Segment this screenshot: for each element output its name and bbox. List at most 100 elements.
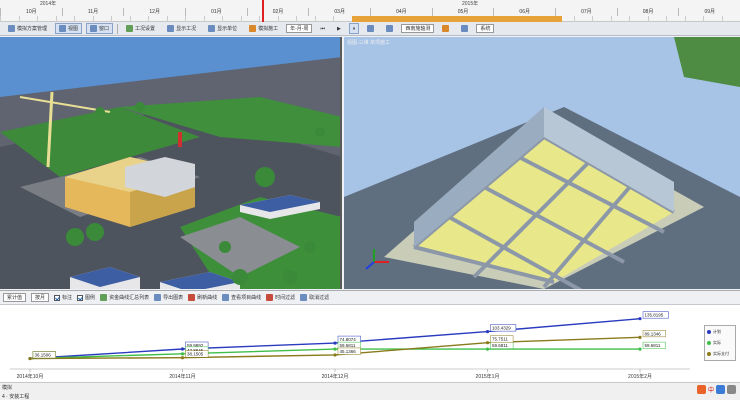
timeline-month[interactable]: 10月 xyxy=(0,8,62,16)
data-label: 59.6811 xyxy=(340,343,356,348)
button-label: 工况设置 xyxy=(135,26,156,32)
display-condition-button[interactable]: 显示工况 xyxy=(163,23,200,34)
camera-button[interactable] xyxy=(457,23,472,34)
timeline-current-marker[interactable] xyxy=(262,0,264,22)
timeline-month[interactable]: 07月 xyxy=(555,8,617,16)
export-icon xyxy=(154,294,162,301)
play-back-button[interactable]: ⏮ xyxy=(316,23,329,34)
chart-data-labels: 36.150659.989274.8074103.4329135.819536.… xyxy=(32,311,669,359)
timeline-month[interactable]: 05月 xyxy=(431,8,494,16)
settings-icon xyxy=(126,25,134,32)
timeline-months: 10月 11月 12月 01月 02月 03月 04月 05月 06月 07月 … xyxy=(0,8,740,16)
button-label: 刷新曲线 xyxy=(197,295,218,301)
timeline-month[interactable]: 02月 xyxy=(246,8,309,16)
cost-line-chart[interactable]: 36.150659.989274.8074103.4329135.819536.… xyxy=(0,305,700,383)
data-label: 59.6811 xyxy=(492,343,508,348)
condition-settings-button[interactable]: 工况设置 xyxy=(122,23,159,34)
data-point xyxy=(638,347,642,351)
fit-view-button[interactable] xyxy=(363,23,378,34)
scheme-manage-button[interactable]: 模拟方案管理 xyxy=(4,23,51,34)
legend-label: 实际 xyxy=(713,340,721,345)
timeline-month[interactable]: 06月 xyxy=(493,8,555,16)
legend-checkbox[interactable]: 图例 xyxy=(77,294,95,301)
chart-points xyxy=(28,317,642,361)
annotation-checkbox[interactable]: 标注 xyxy=(54,294,72,301)
period-dropdown[interactable]: 按月 xyxy=(31,293,50,302)
cube-view-button[interactable] xyxy=(382,23,397,34)
simulation-tab[interactable]: 模拟 xyxy=(2,384,12,391)
checkbox-box[interactable] xyxy=(77,294,84,301)
data-label: 135.8195 xyxy=(645,313,664,318)
timeline-month[interactable]: 01月 xyxy=(185,8,247,16)
data-point xyxy=(333,353,337,357)
timeline-month[interactable]: 12月 xyxy=(123,8,185,16)
timeline-month[interactable]: 03月 xyxy=(308,8,370,16)
timeline-years: 2014年 2015年 xyxy=(0,0,740,8)
data-label: 75.7511 xyxy=(492,337,508,342)
app-window: 2014年 2015年 10月 11月 12月 01月 02月 03月 04月 … xyxy=(0,0,740,400)
x-tick-label: 2015年2月 xyxy=(628,373,652,380)
timeline-month[interactable]: 11月 xyxy=(61,8,124,16)
button-label: 模拟施工 xyxy=(258,26,279,32)
ime-icon[interactable] xyxy=(696,385,706,394)
x-tick-label: 2014年11月 xyxy=(169,373,195,380)
refresh-curve-button[interactable]: 刷新曲线 xyxy=(188,294,217,301)
simulate-icon xyxy=(249,25,257,32)
data-label: 103.4329 xyxy=(492,326,511,331)
data-point xyxy=(333,347,337,351)
network-icon[interactable] xyxy=(716,385,725,394)
structure-3d-viewport[interactable]: 视图-三维 单项施工 xyxy=(344,37,740,289)
view-project-curve-button[interactable]: 查看项目曲线 xyxy=(222,294,261,301)
timeline-month[interactable]: 08月 xyxy=(616,8,679,16)
button-label: 显示工况 xyxy=(176,26,197,32)
button-label: 显示单位 xyxy=(217,26,238,32)
button-label: 窗口 xyxy=(99,26,110,32)
time-scale-dropdown[interactable]: 年-月-周 xyxy=(286,24,313,33)
simulate-construction-button[interactable]: 模拟施工 xyxy=(245,23,282,34)
view-icon xyxy=(59,25,67,32)
view-direction-dropdown[interactable]: 西南施轴测 xyxy=(401,24,435,33)
volume-icon[interactable] xyxy=(727,385,736,394)
timeline-month[interactable]: 04月 xyxy=(370,8,432,16)
cancel-filter-button[interactable]: 取消过滤 xyxy=(300,294,329,301)
data-point xyxy=(485,347,490,351)
data-label: 74.8074 xyxy=(340,337,357,342)
summary-list-button[interactable]: 资金曲线汇总列表 xyxy=(100,294,149,301)
time-filter-button[interactable]: 时间过滤 xyxy=(266,294,295,301)
view-button[interactable]: 视图 xyxy=(55,23,83,34)
data-point xyxy=(485,341,490,345)
system-dropdown[interactable]: 系统 xyxy=(476,24,495,33)
x-tick-label: 2014年12月 xyxy=(322,373,349,380)
checkbox-box[interactable] xyxy=(54,294,61,301)
structure-scene xyxy=(344,37,740,289)
chart-axis xyxy=(10,368,690,372)
camera-icon xyxy=(461,25,469,32)
series-line-0 xyxy=(29,318,641,360)
ime-mode-label[interactable]: 中 xyxy=(708,385,714,394)
legend-item: 实际 xyxy=(705,338,735,348)
button-label: 查看项目曲线 xyxy=(231,295,262,301)
legend-item: 计划 xyxy=(705,327,735,337)
pause-button[interactable]: ⏸ xyxy=(348,23,360,34)
export-chart-button[interactable]: 导出图表 xyxy=(154,294,183,301)
timeline-bar[interactable]: 2014年 2015年 10月 11月 12月 01月 02月 03月 04月 … xyxy=(0,0,740,22)
legend-marker xyxy=(707,330,711,334)
timeline-year: 2014年 xyxy=(40,1,57,7)
play-button[interactable]: ▶ xyxy=(333,23,345,34)
sun-icon xyxy=(442,25,450,32)
main-toolbar: 模拟方案管理 视图 窗口 工况设置 显示工况 显示单位 模拟施工 年-月-周 ⏮… xyxy=(0,22,740,36)
data-point xyxy=(28,356,32,361)
legend-marker xyxy=(707,352,711,356)
window-icon xyxy=(90,25,98,32)
site-scene xyxy=(0,37,340,289)
chart-legend: 计划 实际 实际支付 xyxy=(704,325,736,361)
window-button[interactable]: 窗口 xyxy=(86,23,114,34)
value-type-dropdown[interactable]: 累计值 xyxy=(3,293,27,302)
timeline-month[interactable]: 09月 xyxy=(678,8,740,16)
status-text: 4 · 安装工程 xyxy=(2,394,30,400)
display-unit-button[interactable]: 显示单位 xyxy=(204,23,241,34)
site-3d-viewport[interactable] xyxy=(0,37,342,289)
sun-button[interactable] xyxy=(438,23,453,34)
legend-label: 计划 xyxy=(713,329,721,334)
data-point xyxy=(180,352,185,356)
